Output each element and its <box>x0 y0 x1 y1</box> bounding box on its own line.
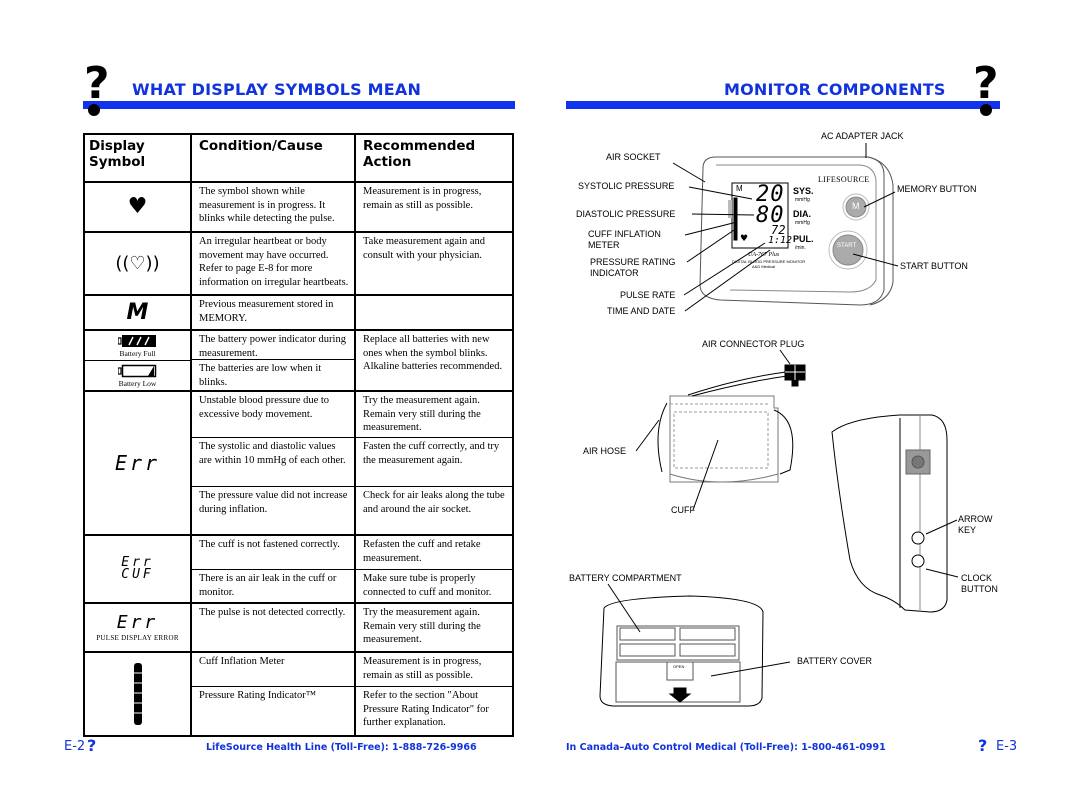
clock-button <box>911 554 925 568</box>
arrow-key <box>911 531 925 545</box>
pul-unit: /min. <box>795 245 806 251</box>
label-arrow-key: ARROW KEY <box>958 514 993 535</box>
pul-label: PUL. <box>793 234 814 244</box>
sys-unit: mmHg <box>795 197 810 203</box>
model-label: UA-767 Plus <box>748 252 780 258</box>
arrow-down-icon <box>668 687 692 703</box>
label-memory-button: MEMORY BUTTON <box>897 184 977 194</box>
battery-3 <box>619 643 676 657</box>
start-button <box>832 234 864 266</box>
label-time-and-date: TIME AND DATE <box>607 306 676 316</box>
label-pressure-rating-indicator: PRESSURE RATING INDICATOR <box>590 257 676 278</box>
maker-label: A&D Medical <box>752 264 776 269</box>
dia-label: DIA. <box>793 209 811 219</box>
label-air-connector-plug: AIR CONNECTOR PLUG <box>702 339 805 349</box>
label-ac-adapter-jack: AC ADAPTER JACK <box>821 131 904 141</box>
dia-unit: mmHg <box>795 220 810 226</box>
air-hose <box>657 402 668 473</box>
label-cuff-inflation-meter: CUFF INFLATION METER <box>588 229 661 250</box>
memory-button-label[interactable]: M <box>852 201 860 211</box>
question-mark-icon: ? <box>978 736 988 755</box>
cuff <box>669 395 779 483</box>
label-air-socket: AIR SOCKET <box>606 152 661 162</box>
start-button-label[interactable]: START <box>837 243 856 249</box>
monitor-components-diagram <box>599 143 959 707</box>
label-diastolic-pressure: DIASTOLIC PRESSURE <box>576 209 676 219</box>
label-air-hose: AIR HOSE <box>583 446 627 456</box>
sys-label: SYS. <box>793 186 814 196</box>
battery-4 <box>679 643 736 657</box>
label-cuff: CUFF <box>671 505 695 515</box>
lcd-memory-indicator: M <box>736 184 743 193</box>
label-clock-button: CLOCK BUTTON <box>961 573 998 594</box>
monitor-side-view <box>831 414 948 613</box>
lcd-heart-icon: ♥ <box>740 234 749 244</box>
footer-canada-line: In Canada–Auto Control Medical (Toll-Fre… <box>566 742 886 753</box>
page-number-right: E-3 <box>996 739 1018 754</box>
label-start-button: START BUTTON <box>900 261 968 271</box>
label-systolic-pressure: SYSTOLIC PRESSURE <box>578 181 675 191</box>
brand-logo: LIFESOURCE <box>818 175 870 184</box>
label-battery-cover: BATTERY COVER <box>797 656 873 666</box>
battery-2 <box>679 627 736 641</box>
battery-1 <box>619 627 676 641</box>
label-battery-compartment: BATTERY COMPARTMENT <box>569 573 682 583</box>
label-pulse-rate: PULSE RATE <box>620 290 676 300</box>
time-readout: 1:12 <box>768 235 793 246</box>
open-label: OPEN <box>673 664 685 669</box>
